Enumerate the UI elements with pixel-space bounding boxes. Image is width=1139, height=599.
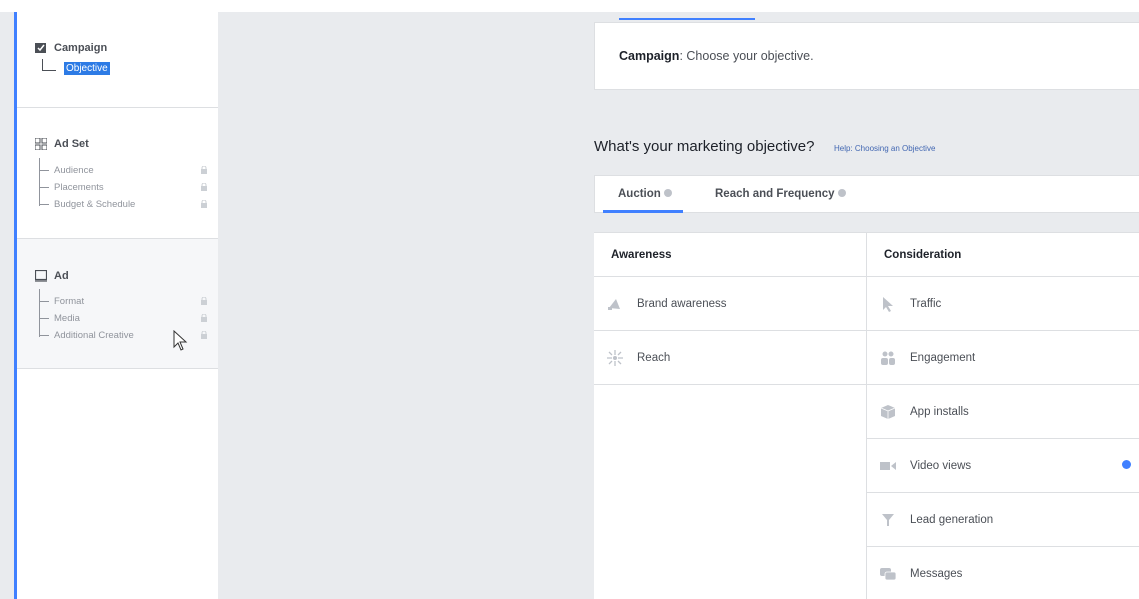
- sidebar-adset-title[interactable]: Ad Set: [35, 138, 89, 150]
- sidebar-item-media[interactable]: Media: [39, 313, 214, 324]
- sidebar-item-label: Media: [54, 313, 80, 324]
- consideration-header: Consideration: [867, 233, 1139, 277]
- objective-brand-awareness[interactable]: Brand awareness: [594, 277, 866, 331]
- sidebar-item-label: Budget & Schedule: [54, 199, 136, 210]
- sidebar-item-audience[interactable]: Audience: [39, 165, 214, 176]
- sidebar-objective-label: Objective: [64, 62, 110, 75]
- tab-auction-label: Auction: [618, 188, 661, 200]
- objective-grid: Awareness Brand awareness Reach Consider…: [594, 232, 1139, 599]
- help-choosing-objective-link[interactable]: Help: Choosing an Objective: [834, 144, 935, 153]
- marketing-objective-question: What's your marketing objective?: [594, 138, 815, 155]
- video-camera-icon: [880, 461, 896, 470]
- sidebar-section-campaign[interactable]: Campaign Objective: [17, 12, 218, 108]
- sidebar-nav: Campaign Objective Ad Set Audience Place…: [14, 12, 218, 599]
- box-icon: [880, 404, 896, 419]
- megaphone-icon: [608, 298, 620, 310]
- sidebar-item-objective[interactable]: Objective: [42, 58, 110, 75]
- lock-icon: [201, 183, 207, 191]
- sidebar-campaign-title[interactable]: Campaign: [35, 42, 107, 54]
- objective-app-installs[interactable]: App installs: [867, 385, 1139, 439]
- sidebar-item-label: Format: [54, 296, 85, 307]
- objective-label: Engagement: [910, 351, 976, 364]
- sidebar-item-format[interactable]: Format: [39, 296, 214, 307]
- funnel-icon: [882, 513, 894, 526]
- campaign-heading-label: Campaign: [619, 49, 680, 63]
- sidebar-item-label: Additional Creative: [54, 330, 134, 341]
- objective-label: App installs: [910, 405, 969, 418]
- people-icon: [881, 351, 895, 365]
- campaign-heading-text: : Choose your objective.: [679, 49, 814, 63]
- checkbox-icon: [35, 43, 46, 53]
- objective-label: Traffic: [910, 297, 942, 310]
- objective-label: Reach: [637, 351, 671, 364]
- sidebar-item-label: Audience: [54, 165, 94, 176]
- reach-burst-icon: [607, 349, 623, 366]
- active-step-indicator: [619, 18, 755, 20]
- tab-reach-frequency[interactable]: Reach and Frequency: [715, 188, 846, 200]
- active-tab-underline: [603, 210, 683, 213]
- objective-messages[interactable]: Messages: [867, 547, 1139, 599]
- buying-type-tabs: Auction Reach and Frequency: [594, 175, 1139, 213]
- tab-auction[interactable]: Auction: [618, 188, 672, 200]
- objective-video-views[interactable]: Video views: [867, 439, 1139, 493]
- sidebar-ad-label: Ad: [54, 270, 69, 282]
- sidebar-campaign-label: Campaign: [54, 42, 108, 54]
- objective-label: Brand awareness: [637, 297, 727, 310]
- info-icon[interactable]: [663, 189, 672, 197]
- lock-icon: [201, 297, 207, 305]
- consideration-column: Consideration Traffic Engagement App ins…: [867, 233, 1139, 599]
- sidebar-item-label: Placements: [54, 182, 104, 193]
- lock-icon: [201, 314, 207, 322]
- lock-icon: [201, 200, 207, 208]
- sidebar-ad-title[interactable]: Ad: [35, 270, 69, 282]
- campaign-header-card: Campaign: Choose your objective.: [594, 18, 1139, 90]
- campaign-heading: Campaign: Choose your objective.: [619, 49, 814, 63]
- objective-lead-generation[interactable]: Lead generation: [867, 493, 1139, 547]
- chat-bubble-icon: [880, 567, 896, 580]
- objective-traffic[interactable]: Traffic: [867, 277, 1139, 331]
- sidebar-adset-label: Ad Set: [54, 138, 89, 150]
- adset-grid-icon: [35, 138, 47, 150]
- awareness-column: Awareness Brand awareness Reach: [594, 233, 867, 599]
- lock-icon: [201, 331, 207, 339]
- info-icon[interactable]: [1122, 460, 1131, 469]
- objective-label: Video views: [910, 459, 972, 472]
- tree-elbow: [42, 58, 56, 71]
- lock-icon: [201, 166, 207, 174]
- objective-label: Lead generation: [910, 513, 994, 526]
- objective-label: Messages: [910, 567, 963, 580]
- sidebar-item-budget-schedule[interactable]: Budget & Schedule: [39, 199, 214, 210]
- mouse-cursor-icon: [173, 330, 188, 351]
- tab-reach-frequency-label: Reach and Frequency: [715, 188, 835, 200]
- sidebar-item-placements[interactable]: Placements: [39, 182, 214, 193]
- ad-monitor-icon: [35, 270, 47, 282]
- sidebar-section-adset[interactable]: Ad Set Audience Placements Budget & Sche…: [17, 108, 218, 239]
- awareness-header: Awareness: [594, 233, 866, 277]
- objective-engagement[interactable]: Engagement: [867, 331, 1139, 385]
- objective-reach[interactable]: Reach: [594, 331, 866, 385]
- cursor-pointer-icon: [883, 296, 893, 312]
- info-icon[interactable]: [837, 189, 846, 197]
- top-bar: [0, 0, 1139, 12]
